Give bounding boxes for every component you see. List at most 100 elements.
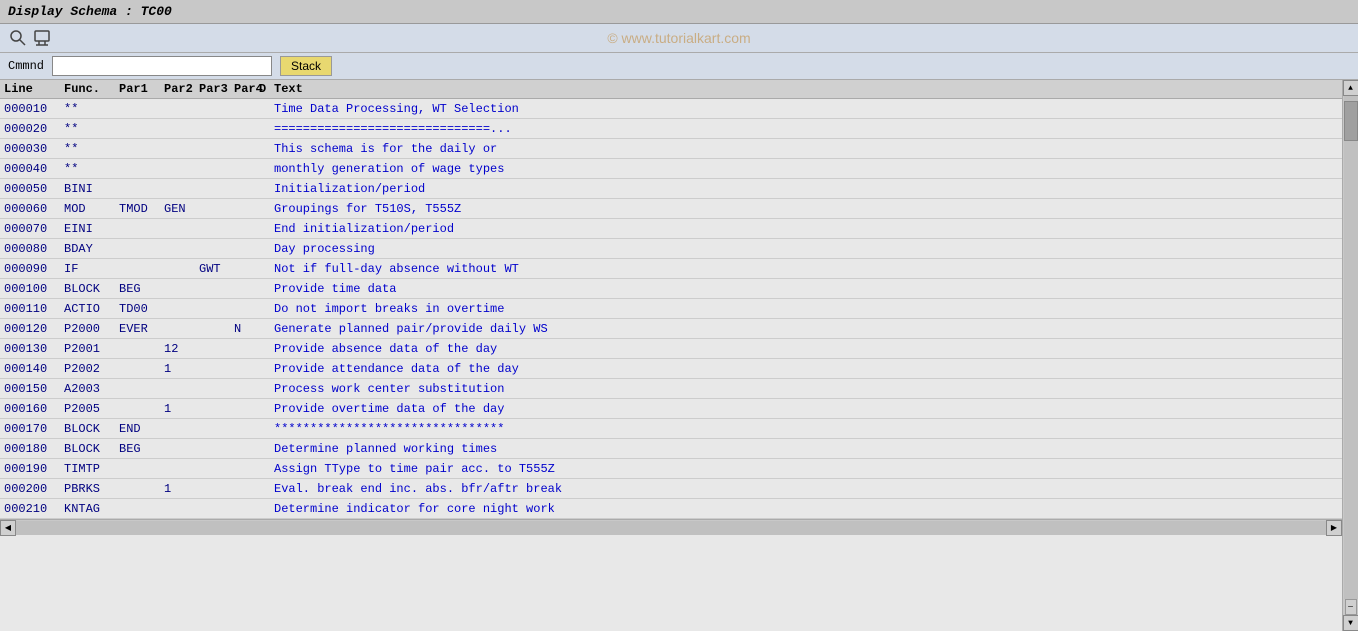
table-row[interactable]: 000070 EINI End initialization/period: [0, 219, 1342, 239]
col-header-par3: Par3: [199, 82, 234, 96]
table-row[interactable]: 000040 ** monthly generation of wage typ…: [0, 159, 1342, 179]
col-header-d: D: [259, 82, 274, 96]
cell-func: A2003: [64, 382, 119, 396]
cell-par2: 12: [164, 342, 199, 356]
table-row[interactable]: 000100 BLOCK BEG Provide time data: [0, 279, 1342, 299]
command-bar: Cmmnd Stack: [0, 53, 1358, 80]
cell-par1: EVER: [119, 322, 164, 336]
cell-par4: N: [234, 322, 259, 336]
cell-text: Determine indicator for core night work: [274, 502, 1338, 516]
table-row[interactable]: 000150 A2003 Process work center substit…: [0, 379, 1342, 399]
toolbar: © www.tutorialkart.com: [0, 24, 1358, 53]
cell-text: ==============================...: [274, 122, 1338, 136]
cell-func: P2005: [64, 402, 119, 416]
table-row[interactable]: 000120 P2000 EVER N Generate planned pai…: [0, 319, 1342, 339]
cell-func: BLOCK: [64, 282, 119, 296]
cell-line: 000120: [4, 322, 64, 336]
cell-line: 000110: [4, 302, 64, 316]
cell-text: End initialization/period: [274, 222, 1338, 236]
cell-line: 000070: [4, 222, 64, 236]
col-header-par4: Par4: [234, 82, 259, 96]
scroll-left-arrow[interactable]: ◀: [0, 520, 16, 536]
cell-text: Day processing: [274, 242, 1338, 256]
scroll-right-arrow[interactable]: ▶: [1326, 520, 1342, 536]
col-header-func: Func.: [64, 82, 119, 96]
cell-par2: 1: [164, 482, 199, 496]
cell-par1: BEG: [119, 442, 164, 456]
table-row[interactable]: 000020 ** ==============================…: [0, 119, 1342, 139]
table-row[interactable]: 000140 P2002 1 Provide attendance data o…: [0, 359, 1342, 379]
cell-par1: TD00: [119, 302, 164, 316]
cell-line: 000170: [4, 422, 64, 436]
table-row[interactable]: 000030 ** This schema is for the daily o…: [0, 139, 1342, 159]
scroll-track-y[interactable]: [1344, 96, 1358, 599]
cell-func: BINI: [64, 182, 119, 196]
cell-line: 000020: [4, 122, 64, 136]
cell-line: 000150: [4, 382, 64, 396]
main-area: Line Func. Par1 Par2 Par3 Par4 D Text 00…: [0, 80, 1358, 631]
cell-text: Initialization/period: [274, 182, 1338, 196]
stack-button[interactable]: Stack: [280, 56, 332, 76]
cell-text: Time Data Processing, WT Selection: [274, 102, 1338, 116]
table-row[interactable]: 000050 BINI Initialization/period: [0, 179, 1342, 199]
scroll-up-arrow[interactable]: ▲: [1343, 80, 1358, 96]
table-row[interactable]: 000130 P2001 12 Provide absence data of …: [0, 339, 1342, 359]
cell-func: EINI: [64, 222, 119, 236]
cell-text: Eval. break end inc. abs. bfr/aftr break: [274, 482, 1338, 496]
command-label: Cmmnd: [8, 59, 44, 73]
cell-text: Generate planned pair/provide daily WS: [274, 322, 1338, 336]
cell-par2: 1: [164, 362, 199, 376]
cell-func: BLOCK: [64, 422, 119, 436]
tool-icon-1[interactable]: [8, 28, 28, 48]
cell-func: P2001: [64, 342, 119, 356]
cell-line: 000030: [4, 142, 64, 156]
cell-text: Groupings for T510S, T555Z: [274, 202, 1338, 216]
toolbar-icons: [8, 28, 52, 48]
cell-par2: 1: [164, 402, 199, 416]
content-area: Line Func. Par1 Par2 Par3 Par4 D Text 00…: [0, 80, 1342, 631]
table-row[interactable]: 000200 PBRKS 1 Eval. break end inc. abs.…: [0, 479, 1342, 499]
col-header-par1: Par1: [119, 82, 164, 96]
command-input[interactable]: [52, 56, 272, 76]
scroll-track-x[interactable]: [16, 521, 1326, 535]
table-row[interactable]: 000010 ** Time Data Processing, WT Selec…: [0, 99, 1342, 119]
scroll-thumb-y[interactable]: [1344, 101, 1358, 141]
cell-line: 000130: [4, 342, 64, 356]
cell-line: 000160: [4, 402, 64, 416]
cell-func: **: [64, 122, 119, 136]
col-header-line: Line: [4, 82, 64, 96]
cell-func: P2002: [64, 362, 119, 376]
table-row[interactable]: 000110 ACTIO TD00 Do not import breaks i…: [0, 299, 1342, 319]
table-row[interactable]: 000090 IF GWT Not if full-day absence wi…: [0, 259, 1342, 279]
cell-text: Provide absence data of the day: [274, 342, 1338, 356]
table-row[interactable]: 000080 BDAY Day processing: [0, 239, 1342, 259]
cell-func: **: [64, 142, 119, 156]
cell-func: KNTAG: [64, 502, 119, 516]
cell-line: 000100: [4, 282, 64, 296]
table-body: 000010 ** Time Data Processing, WT Selec…: [0, 99, 1342, 519]
table-row[interactable]: 000180 BLOCK BEG Determine planned worki…: [0, 439, 1342, 459]
cell-line: 000210: [4, 502, 64, 516]
cell-func: BLOCK: [64, 442, 119, 456]
watermark: © www.tutorialkart.com: [607, 30, 750, 46]
tool-icon-2[interactable]: [32, 28, 52, 48]
cell-func: ACTIO: [64, 302, 119, 316]
cell-func: IF: [64, 262, 119, 276]
cell-func: TIMTP: [64, 462, 119, 476]
bottom-scrollbar: ◀ ▶: [0, 519, 1342, 535]
table-row[interactable]: 000060 MOD TMOD GEN Groupings for T510S,…: [0, 199, 1342, 219]
cell-line: 000200: [4, 482, 64, 496]
cell-text: Do not import breaks in overtime: [274, 302, 1338, 316]
cell-text: This schema is for the daily or: [274, 142, 1338, 156]
cell-text: Provide overtime data of the day: [274, 402, 1338, 416]
cell-par3: GWT: [199, 262, 234, 276]
table-row[interactable]: 000210 KNTAG Determine indicator for cor…: [0, 499, 1342, 519]
table-row[interactable]: 000160 P2005 1 Provide overtime data of …: [0, 399, 1342, 419]
page-title: Display Schema : TC00: [8, 4, 172, 19]
table-row[interactable]: 000190 TIMTP Assign TType to time pair a…: [0, 459, 1342, 479]
cell-text: Not if full-day absence without WT: [274, 262, 1338, 276]
cell-par2: GEN: [164, 202, 199, 216]
scroll-down-arrow[interactable]: ▼: [1343, 615, 1358, 631]
table-row[interactable]: 000170 BLOCK END ***********************…: [0, 419, 1342, 439]
cell-line: 000080: [4, 242, 64, 256]
